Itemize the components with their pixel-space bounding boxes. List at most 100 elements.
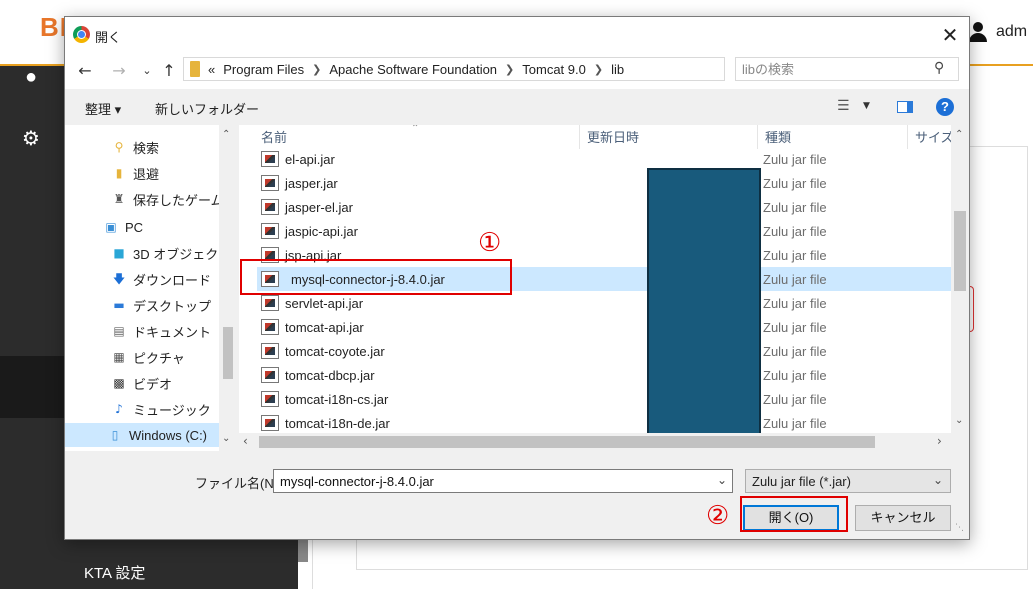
file-row[interactable]: tomcat-i18n-de.jar Zulu jar file	[257, 411, 953, 435]
nav-item-3d-objects[interactable]: ■ 3D オブジェクト	[111, 241, 231, 265]
file-row[interactable]: tomcat-coyote.jar Zulu jar file	[257, 339, 953, 363]
breadcrumb-separator-icon[interactable]: ❯	[312, 63, 321, 76]
nav-item-saved-games[interactable]: ♜ 保存したゲーム	[111, 187, 224, 211]
column-divider[interactable]	[907, 125, 908, 149]
nav-item-documents[interactable]: ▤ ドキュメント	[111, 319, 211, 343]
sidebar-scrollbar[interactable]	[298, 540, 308, 562]
file-row[interactable]: jaspic-api.jar Zulu jar file	[257, 219, 953, 243]
new-folder-button[interactable]: 新しいフォルダー	[155, 99, 259, 118]
music-icon: ♪	[115, 402, 123, 416]
column-header-type[interactable]: 種類	[765, 125, 791, 149]
preview-pane-icon[interactable]	[897, 101, 913, 113]
nav-item-label: ダウンロード	[133, 272, 212, 288]
search-box[interactable]: ⚲	[735, 57, 959, 81]
nav-item-label: PC	[125, 219, 144, 235]
resize-grip-icon[interactable]: ⋱	[955, 523, 964, 533]
up-arrow-icon[interactable]: ↑	[159, 60, 179, 82]
scroll-thumb[interactable]	[954, 211, 966, 291]
file-row[interactable]: el-api.jar Zulu jar file	[257, 147, 953, 171]
filetype-dropdown-icon[interactable]: ⌄	[933, 473, 943, 487]
user-menu[interactable]: adm	[968, 22, 1027, 42]
jar-file-icon	[261, 391, 279, 407]
organize-menu[interactable]: 整理 ▾	[85, 99, 121, 118]
navigation-pane-scrollbar[interactable]: ⌃ ⌄	[219, 125, 237, 451]
scroll-left-icon[interactable]: ‹	[243, 434, 248, 448]
address-bar[interactable]: « Program Files ❯ Apache Software Founda…	[183, 57, 837, 81]
annotation-number-step2: ②	[706, 501, 730, 531]
nav-item-windows-c[interactable]: ▯ Windows (C:)	[65, 423, 219, 447]
dialog-toolbar: 整理 ▾ 新しいフォルダー ☰ ▼ ?	[65, 89, 969, 125]
close-button[interactable]: ✕	[937, 23, 963, 47]
nav-item-pictures[interactable]: ▦ ピクチャ	[111, 345, 185, 369]
file-name: tomcat-dbcp.jar	[285, 368, 375, 383]
file-row[interactable]: jasper-el.jar Zulu jar file	[257, 195, 953, 219]
user-icon[interactable]: ●	[20, 66, 42, 88]
file-name: tomcat-api.jar	[285, 320, 364, 335]
search-input[interactable]	[742, 58, 932, 80]
column-header-name[interactable]: 名前	[261, 125, 287, 149]
nav-item-desktop[interactable]: ▬ デスクトップ	[111, 293, 211, 317]
nav-item-taihi[interactable]: ▮ 退避	[111, 161, 159, 185]
forward-arrow-icon[interactable]: →	[109, 60, 129, 82]
sidebar-item-kta-settings[interactable]: KTA 設定	[84, 562, 145, 583]
scroll-right-icon[interactable]: ›	[937, 434, 942, 448]
chrome-icon	[73, 26, 90, 43]
folder-icon	[190, 61, 200, 77]
column-header-modified[interactable]: 更新日時	[587, 125, 639, 149]
column-divider[interactable]	[757, 125, 758, 149]
nav-item-downloads[interactable]: 🡇 ダウンロード	[111, 267, 211, 291]
jar-file-icon	[261, 295, 279, 311]
nav-item-search[interactable]: ⚲ 検索	[111, 135, 159, 159]
nav-item-videos[interactable]: ▩ ビデオ	[111, 371, 172, 395]
column-divider[interactable]	[579, 125, 580, 149]
file-type: Zulu jar file	[763, 344, 827, 359]
filename-dropdown-icon[interactable]: ⌄	[717, 473, 727, 487]
nav-item-pc[interactable]: ▣ PC	[103, 215, 143, 239]
column-header-size[interactable]: サイズ	[915, 125, 954, 149]
file-name: tomcat-i18n-de.jar	[285, 416, 390, 431]
scroll-up-icon[interactable]: ⌃	[955, 129, 963, 140]
scroll-thumb[interactable]	[259, 436, 875, 448]
file-row[interactable]: tomcat-dbcp.jar Zulu jar file	[257, 363, 953, 387]
breadcrumb-lib[interactable]: lib	[611, 62, 624, 77]
file-list-horizontal-scrollbar[interactable]: ‹ ›	[239, 433, 951, 451]
annotation-box-step2	[740, 496, 848, 532]
scroll-down-icon[interactable]: ⌄	[222, 433, 230, 444]
file-row[interactable]: jasper.jar Zulu jar file	[257, 171, 953, 195]
breadcrumb-apache[interactable]: Apache Software Foundation	[329, 62, 497, 77]
desktop-icon: ▬	[113, 298, 125, 312]
nav-item-music[interactable]: ♪ ミュージック	[111, 397, 211, 421]
download-icon: 🡇	[112, 272, 126, 286]
back-arrow-icon[interactable]: ←	[75, 60, 95, 82]
breadcrumb-tomcat[interactable]: Tomcat 9.0	[522, 62, 586, 77]
breadcrumb-separator-icon[interactable]: ❯	[505, 63, 514, 76]
user-icon	[968, 22, 988, 42]
view-dropdown-icon[interactable]: ▼	[863, 101, 870, 111]
help-icon[interactable]: ?	[936, 98, 954, 116]
breadcrumb-separator-icon[interactable]: ❯	[594, 63, 603, 76]
scroll-down-icon[interactable]: ⌄	[955, 415, 963, 426]
annotation-number-step1: ①	[478, 228, 502, 258]
file-list-vertical-scrollbar[interactable]: ⌃ ⌄	[951, 125, 969, 451]
redaction-block	[647, 168, 761, 444]
file-row[interactable]: tomcat-api.jar Zulu jar file	[257, 315, 953, 339]
address-overflow[interactable]: «	[208, 62, 215, 77]
pc-icon: ▣	[105, 220, 117, 234]
cancel-button[interactable]: キャンセル	[855, 505, 951, 531]
breadcrumb-program-files[interactable]: Program Files	[223, 62, 304, 77]
filename-input[interactable]: mysql-connector-j-8.4.0.jar	[273, 469, 733, 493]
filetype-select[interactable]: Zulu jar file (*.jar)	[745, 469, 951, 493]
scroll-thumb[interactable]	[223, 327, 233, 379]
gear-icon[interactable]: ⚙	[20, 128, 42, 150]
scroll-up-icon[interactable]: ⌃	[222, 129, 230, 140]
jar-file-icon	[261, 223, 279, 239]
navigation-bar: ← → ⌄ ↑ « Program Files ❯ Apache Softwar…	[65, 53, 969, 89]
nav-item-label: デスクトップ	[133, 298, 212, 314]
dialog-titlebar[interactable]: 開く ✕	[65, 17, 969, 53]
search-icon[interactable]: ⚲	[934, 60, 944, 76]
file-type: Zulu jar file	[763, 368, 827, 383]
recent-locations-chevron-icon[interactable]: ⌄	[137, 60, 157, 82]
file-row[interactable]: tomcat-i18n-cs.jar Zulu jar file	[257, 387, 953, 411]
file-type: Zulu jar file	[763, 224, 827, 239]
view-options-icon[interactable]: ☰	[837, 98, 850, 114]
